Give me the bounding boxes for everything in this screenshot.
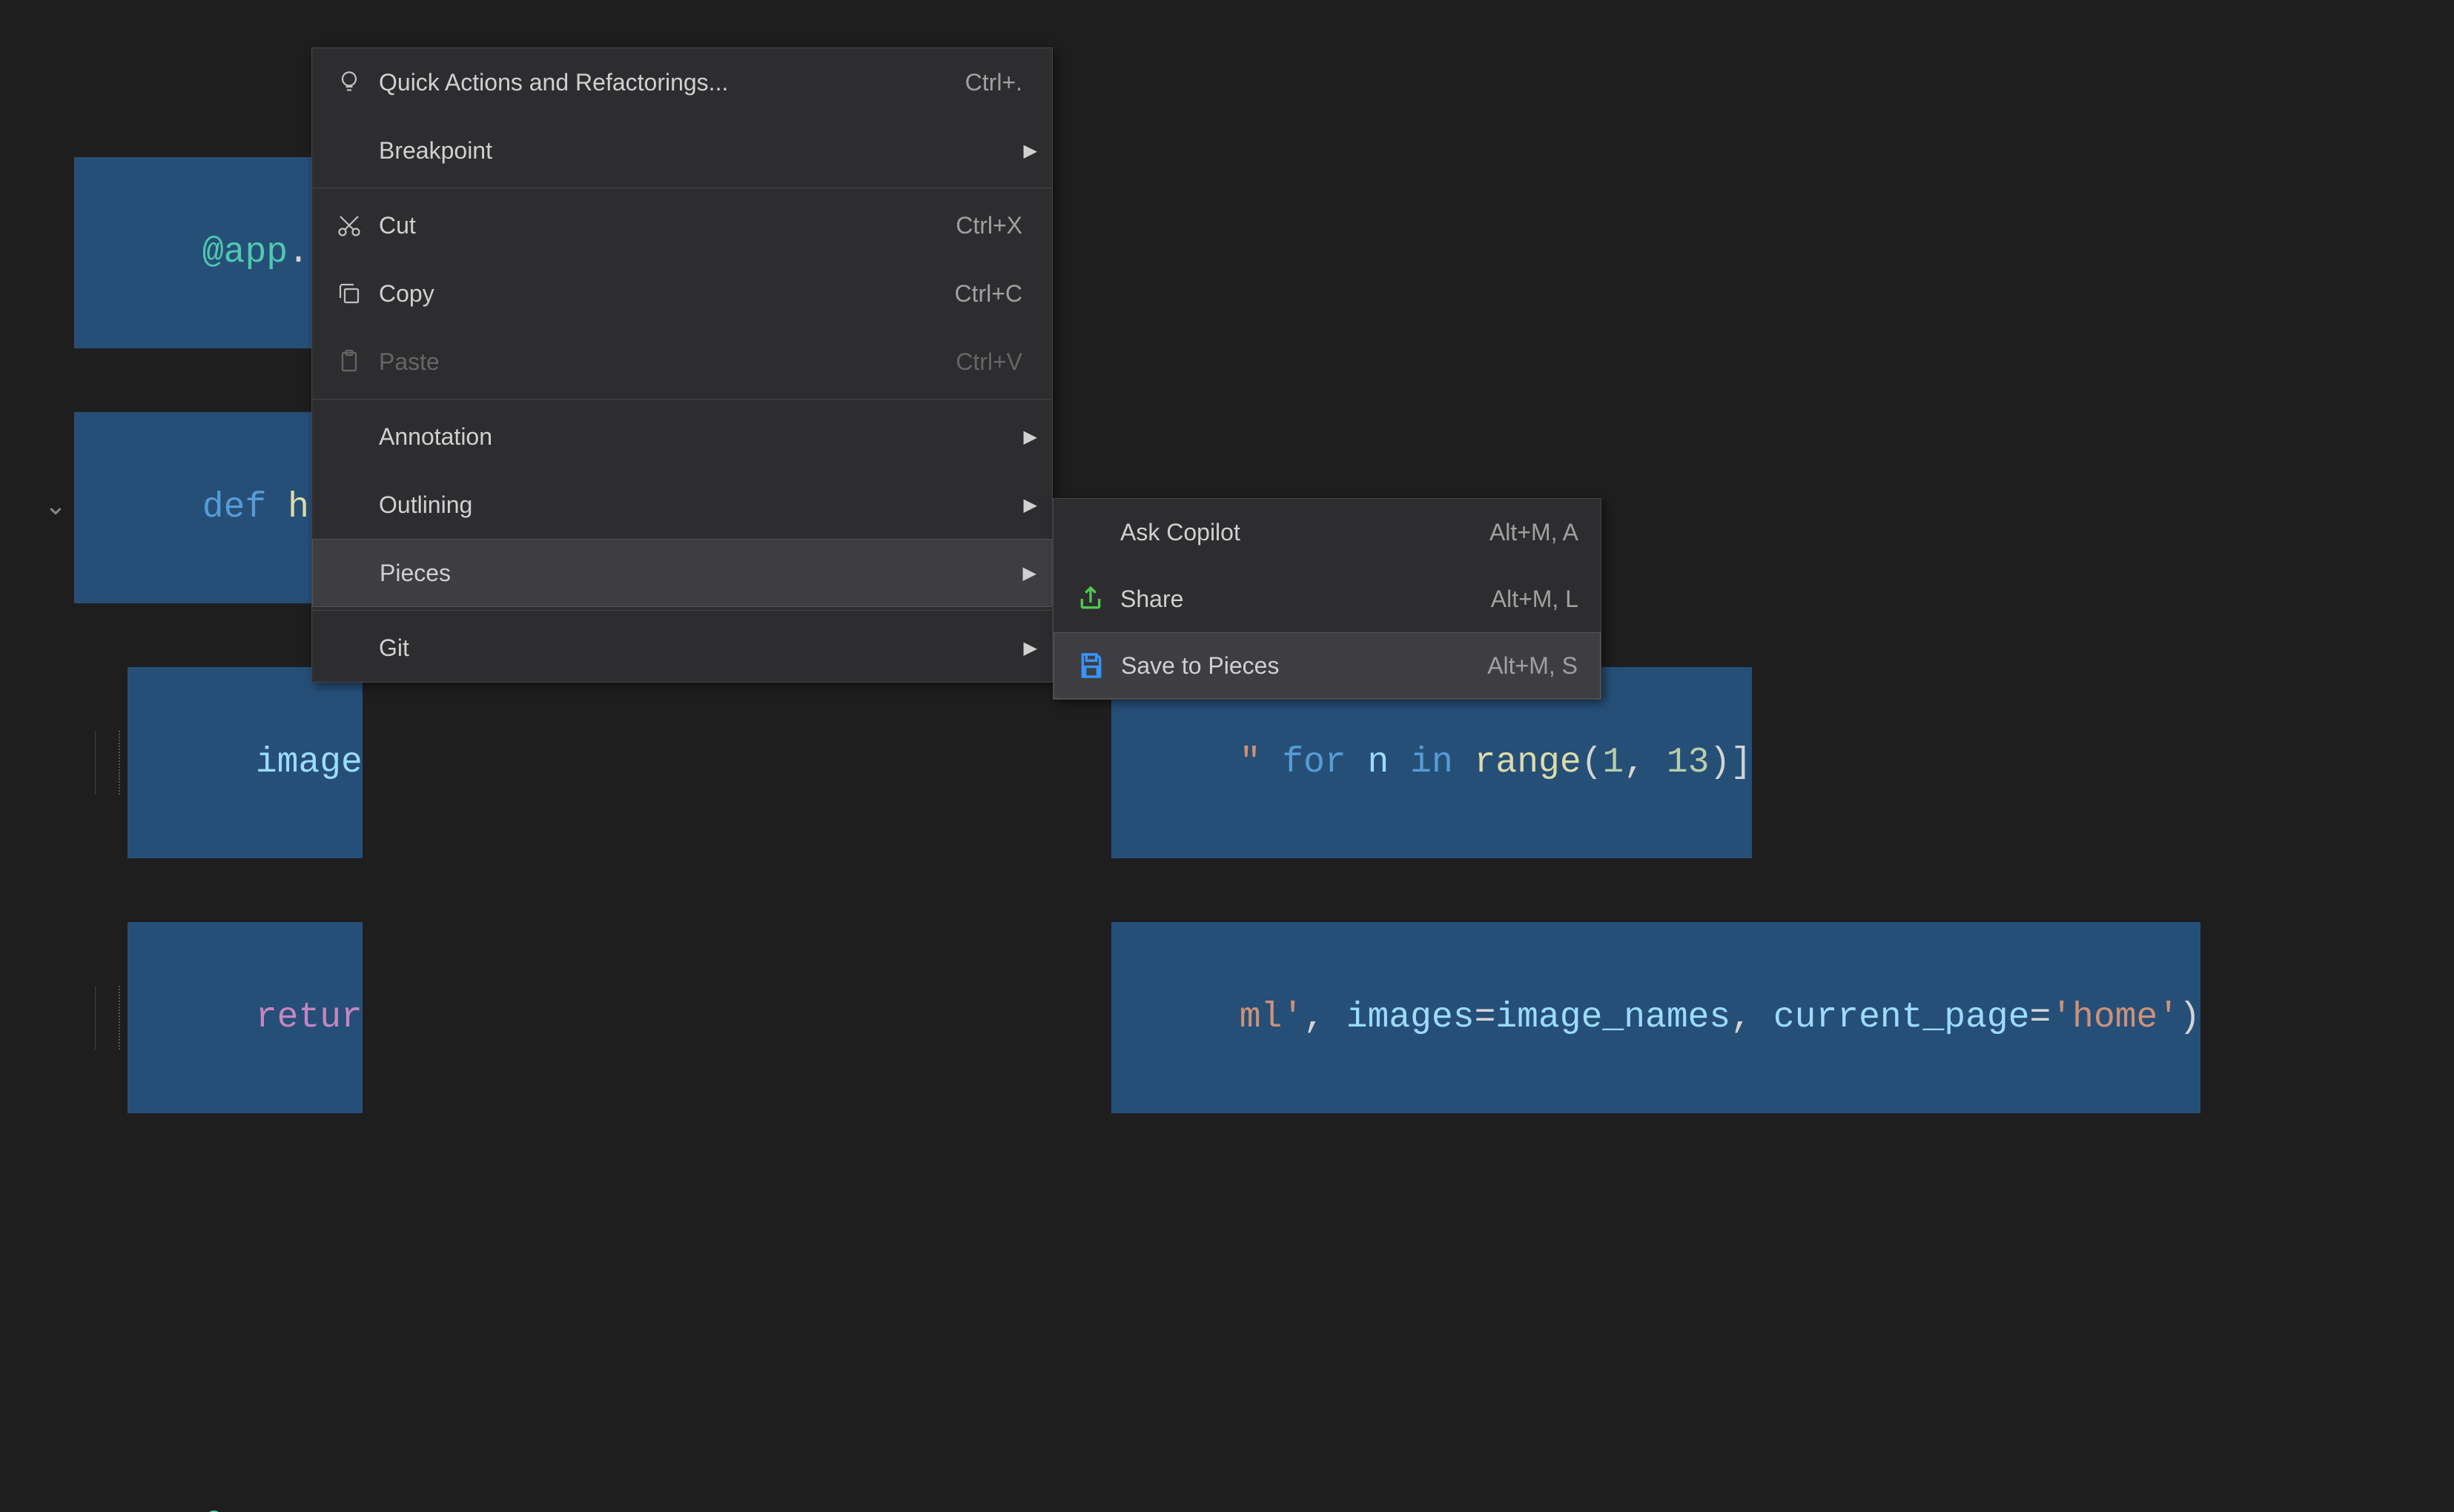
token: 'home' xyxy=(2051,998,2179,1038)
fold-chevron-icon[interactable]: ⌄ xyxy=(44,476,67,540)
menu-breakpoint[interactable]: Breakpoint ▶ xyxy=(312,116,1052,185)
token: current_page xyxy=(1773,998,2030,1038)
token: " xyxy=(1240,743,1261,783)
menu-copy[interactable]: Copy Ctrl+C xyxy=(312,259,1052,328)
menu-label: Git xyxy=(371,634,1015,662)
submenu-arrow-icon: ▶ xyxy=(1015,140,1037,162)
submenu-ask-copilot[interactable]: Ask Copilot Alt+M, A xyxy=(1054,499,1601,566)
submenu-save-to-pieces[interactable]: Save to Pieces Alt+M, S xyxy=(1054,632,1601,699)
token: @ xyxy=(202,1508,224,1512)
token: ] xyxy=(1730,743,1752,783)
token: in xyxy=(1410,743,1453,783)
decorator-at: @ xyxy=(202,233,224,273)
menu-cut[interactable]: Cut Ctrl+X xyxy=(312,191,1052,259)
token: , xyxy=(1303,998,1325,1038)
token: rout xyxy=(309,1508,394,1512)
menu-shortcut: Ctrl+X xyxy=(956,212,1037,239)
menu-shortcut: Ctrl+V xyxy=(956,348,1037,376)
menu-separator xyxy=(312,610,1052,611)
menu-pieces[interactable]: Pieces ▶ xyxy=(312,539,1052,607)
menu-shortcut: Ctrl+. xyxy=(965,69,1037,96)
token: ( xyxy=(1581,743,1603,783)
menu-label: Paste xyxy=(371,348,956,376)
menu-quick-actions[interactable]: Quick Actions and Refactorings... Ctrl+. xyxy=(312,48,1052,116)
token: def xyxy=(202,488,266,528)
menu-shortcut: Alt+M, L xyxy=(1491,586,1586,613)
menu-shortcut: Ctrl+C xyxy=(954,280,1037,308)
token: ) xyxy=(2179,998,2200,1038)
token: 1 xyxy=(1602,743,1624,783)
share-icon xyxy=(1068,584,1113,614)
token: , xyxy=(1624,743,1645,783)
menu-label: Annotation xyxy=(371,423,1015,451)
token: image_names xyxy=(1495,998,1730,1038)
menu-label: Pieces xyxy=(372,560,1014,587)
token: . xyxy=(288,233,309,273)
menu-annotation[interactable]: Annotation ▶ xyxy=(312,402,1052,471)
token: = xyxy=(1475,998,1496,1038)
submenu-arrow-icon: ▶ xyxy=(1015,637,1037,659)
save-icon xyxy=(1069,651,1114,680)
menu-paste: Paste Ctrl+V xyxy=(312,328,1052,396)
token: ml' xyxy=(1240,998,1303,1038)
menu-label: Quick Actions and Refactorings... xyxy=(371,69,965,96)
menu-shortcut: Alt+M, A xyxy=(1489,519,1586,546)
paste-icon xyxy=(327,348,371,375)
code-line[interactable]: retur ml', images=image_names, current_p… xyxy=(0,986,2454,1050)
pieces-submenu: Ask Copilot Alt+M, A Share Alt+M, L Save… xyxy=(1053,498,1601,700)
token: image xyxy=(256,743,363,783)
code-line[interactable] xyxy=(0,1241,2454,1304)
menu-label: Copy xyxy=(371,280,954,308)
token: ) xyxy=(1709,743,1730,783)
submenu-arrow-icon: ▶ xyxy=(1015,426,1037,448)
token: for xyxy=(1282,743,1346,783)
token: 13 xyxy=(1667,743,1710,783)
token: app xyxy=(224,233,288,273)
token: n xyxy=(1368,743,1389,783)
lightbulb-icon xyxy=(327,69,371,96)
menu-label: Breakpoint xyxy=(371,137,1015,165)
token: , xyxy=(1730,998,1752,1038)
menu-git[interactable]: Git ▶ xyxy=(312,614,1052,682)
code-line[interactable]: image " for n in range(1, 13)] xyxy=(0,731,2454,795)
token: app xyxy=(224,1508,288,1512)
token: retur xyxy=(256,998,363,1038)
token: images xyxy=(1346,998,1475,1038)
copy-icon xyxy=(327,280,371,307)
menu-label: Outlining xyxy=(371,491,1015,519)
menu-label: Ask Copilot xyxy=(1113,519,1489,546)
menu-shortcut: Alt+M, S xyxy=(1487,652,1585,680)
menu-label: Share xyxy=(1113,586,1491,613)
menu-outlining[interactable]: Outlining ▶ xyxy=(312,471,1052,539)
submenu-arrow-icon: ▶ xyxy=(1014,563,1036,584)
context-menu: Quick Actions and Refactorings... Ctrl+.… xyxy=(311,47,1053,683)
submenu-arrow-icon: ▶ xyxy=(1015,494,1037,516)
token: = xyxy=(2030,998,2051,1038)
token: . xyxy=(288,1508,309,1512)
code-line[interactable]: @app.rout xyxy=(0,1496,2454,1512)
cut-icon xyxy=(327,212,371,239)
submenu-share[interactable]: Share Alt+M, L xyxy=(1054,566,1601,632)
menu-label: Save to Pieces xyxy=(1114,652,1487,680)
menu-label: Cut xyxy=(371,212,956,239)
token: range xyxy=(1475,743,1581,783)
